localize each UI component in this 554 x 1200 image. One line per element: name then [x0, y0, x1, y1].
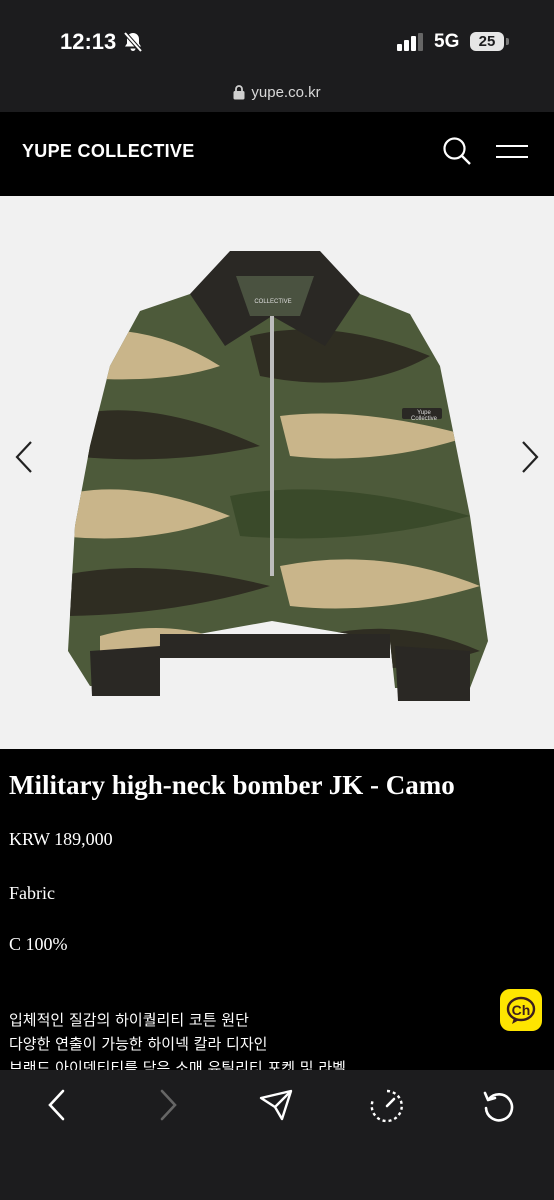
hamburger-menu-icon[interactable] — [494, 140, 530, 162]
back-icon[interactable] — [45, 1088, 69, 1122]
browser-address-bar[interactable]: yupe.co.kr — [0, 84, 554, 112]
search-icon[interactable] — [442, 136, 472, 166]
chevron-left-icon[interactable] — [14, 440, 34, 474]
battery-icon — [506, 38, 509, 45]
timer-icon[interactable] — [369, 1088, 405, 1124]
description-line: 다양한 연출이 가능한 하이넥 칼라 디자인 — [9, 1035, 268, 1053]
status-bar: 12:13 5G 25 — [0, 0, 554, 84]
collar-label: COLLECTIVE — [254, 299, 292, 305]
browser-toolbar — [0, 1070, 554, 1200]
network-type: 5G — [434, 31, 460, 52]
fabric-value: C 100% — [9, 934, 68, 954]
send-icon[interactable] — [258, 1088, 294, 1122]
product-image-carousel[interactable]: COLLECTIVE Yupe Collective — [0, 196, 554, 749]
bell-slash-icon — [123, 31, 143, 53]
chat-label: Ch — [511, 1002, 531, 1018]
forward-icon[interactable] — [156, 1088, 180, 1122]
signal-strength-icon — [397, 33, 423, 51]
description-line: 입체적인 질감의 하이퀄리티 코튼 원단 — [9, 1011, 249, 1029]
chat-button[interactable]: Ch — [500, 989, 542, 1031]
product-price: KRW 189,000 — [9, 829, 113, 849]
reload-icon[interactable] — [481, 1088, 517, 1124]
status-time: 12:13 — [60, 29, 117, 54]
product-image — [68, 251, 488, 701]
sleeve-label: Yupe Collective — [410, 410, 437, 422]
fabric-label: Fabric — [9, 883, 55, 903]
site-logo[interactable]: YUPE COLLECTIVE — [22, 141, 195, 162]
product-title: Military high-neck bomber JK - Camo — [9, 770, 455, 800]
url-text: yupe.co.kr — [251, 84, 321, 101]
lock-icon — [233, 85, 245, 100]
chevron-right-icon[interactable] — [520, 440, 540, 474]
battery-level: 25 — [470, 32, 504, 51]
